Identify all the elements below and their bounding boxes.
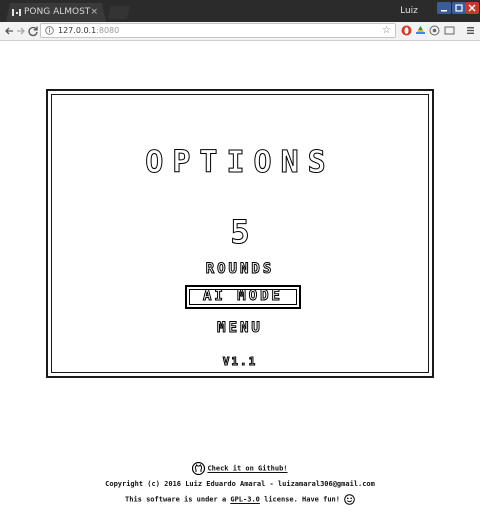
github-icon[interactable] bbox=[192, 462, 206, 475]
address-bar[interactable]: 127.0.0.1:8080 ☆ bbox=[40, 23, 396, 38]
url-text: 127.0.0.1:8080 bbox=[58, 24, 119, 37]
user-profile-badge[interactable]: Luiz bbox=[395, 4, 423, 18]
drive-extension-icon[interactable] bbox=[415, 25, 426, 36]
maximize-icon bbox=[455, 4, 463, 12]
info-icon[interactable] bbox=[45, 26, 54, 35]
close-window-button[interactable] bbox=[465, 2, 479, 14]
version-label: V1.1 bbox=[222, 355, 258, 369]
opera-extension-icon[interactable] bbox=[401, 25, 412, 36]
reload-icon[interactable] bbox=[27, 25, 39, 37]
rounds-value[interactable]: 5 bbox=[52, 213, 428, 252]
close-icon bbox=[468, 4, 476, 12]
github-link-row[interactable]: Check it on Github! bbox=[0, 462, 480, 475]
license-text-row: This software is under a GPL-3.0 license… bbox=[0, 494, 480, 505]
menu-icon[interactable] bbox=[465, 25, 476, 36]
smiley-icon bbox=[344, 494, 355, 505]
bookmark-star-icon[interactable]: ☆ bbox=[382, 24, 391, 37]
copyright-text: Copyright (c) 2016 Luiz Eduardo Amaral -… bbox=[105, 480, 375, 488]
minimize-button[interactable] bbox=[437, 2, 451, 14]
browser-toolbar: 127.0.0.1:8080 ☆ bbox=[0, 22, 480, 41]
github-link-text[interactable]: Check it on Github! bbox=[207, 465, 287, 473]
browser-tab[interactable]: PONG ALMOST × bbox=[6, 3, 106, 22]
cast-extension-icon[interactable] bbox=[444, 25, 455, 36]
forward-arrow-icon[interactable] bbox=[15, 25, 27, 37]
game-options-panel: OPTIONS 5 ROUNDS AI MODE MENU V1.1 bbox=[46, 89, 434, 378]
game-options-inner-border: OPTIONS 5 ROUNDS AI MODE MENU V1.1 bbox=[51, 94, 429, 373]
options-title: OPTIONS bbox=[145, 145, 335, 181]
ai-mode-label: AI MODE bbox=[202, 288, 283, 305]
pong-favicon-icon bbox=[12, 8, 21, 17]
ai-mode-button[interactable]: AI MODE bbox=[185, 285, 301, 309]
url-host: 127.0.0.1 bbox=[58, 26, 97, 35]
browser-titlebar: PONG ALMOST × Luiz bbox=[0, 0, 480, 22]
minimize-icon bbox=[441, 10, 447, 12]
camera-extension-icon[interactable] bbox=[429, 25, 440, 36]
license-link[interactable]: GPL-3.0 bbox=[230, 496, 260, 504]
menu-button[interactable]: MENU bbox=[52, 320, 428, 337]
new-tab-button[interactable] bbox=[108, 6, 130, 19]
back-arrow-icon[interactable] bbox=[3, 25, 15, 37]
tab-close-icon[interactable]: × bbox=[90, 3, 98, 22]
tab-title: PONG ALMOST bbox=[24, 7, 91, 17]
license-suffix: license. Have fun! bbox=[259, 495, 340, 504]
rounds-option[interactable]: ROUNDS bbox=[52, 261, 428, 278]
page-content: OPTIONS 5 ROUNDS AI MODE MENU V1.1 Check… bbox=[0, 41, 480, 527]
license-prefix: This software is under a bbox=[125, 495, 231, 504]
url-port: :8080 bbox=[96, 26, 120, 35]
maximize-button[interactable] bbox=[452, 2, 466, 14]
